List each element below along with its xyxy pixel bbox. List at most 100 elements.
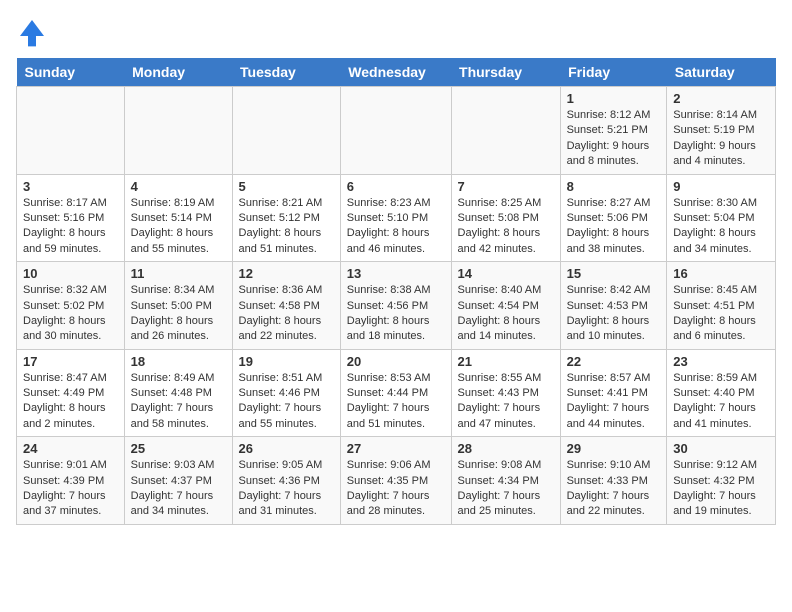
day-info: Sunrise: 9:08 AM Sunset: 4:34 PM Dayligh… — [458, 458, 554, 520]
day-info: Sunrise: 8:40 AM Sunset: 4:54 PM Dayligh… — [458, 283, 554, 345]
day-info: Sunrise: 8:21 AM Sunset: 5:12 PM Dayligh… — [239, 196, 334, 258]
day-number: 23 — [673, 354, 769, 369]
day-number: 16 — [673, 266, 769, 281]
calendar-cell: 12Sunrise: 8:36 AM Sunset: 4:58 PM Dayli… — [232, 262, 340, 350]
day-number: 14 — [458, 266, 554, 281]
calendar-cell — [124, 87, 232, 175]
day-number: 18 — [131, 354, 226, 369]
day-info: Sunrise: 8:32 AM Sunset: 5:02 PM Dayligh… — [23, 283, 118, 345]
day-of-week-header: Thursday — [451, 58, 560, 87]
day-number: 10 — [23, 266, 118, 281]
day-number: 15 — [567, 266, 661, 281]
calendar-cell: 2 Sunrise: 8:14 AM Sunset: 5:19 PM Daylig… — [667, 87, 776, 175]
calendar-cell: 14 Sunrise: 8:40 AM Sunset: 4:54 PM Dayli… — [451, 262, 560, 350]
calendar-cell: 19Sunrise: 8:51 AM Sunset: 4:46 PM Dayli… — [232, 349, 340, 437]
calendar-cell: 27 Sunrise: 9:06 AM Sunset: 4:35 PM Dayli… — [340, 437, 451, 525]
day-of-week-header: Sunday — [17, 58, 125, 87]
day-of-week-header: Tuesday — [232, 58, 340, 87]
calendar-cell: 21Sunrise: 8:55 AM Sunset: 4:43 PM Dayli… — [451, 349, 560, 437]
day-info: Sunrise: 9:01 AM Sunset: 4:39 PM Dayligh… — [23, 458, 118, 520]
day-number: 21 — [458, 354, 554, 369]
calendar-cell: 8 Sunrise: 8:27 AM Sunset: 5:06 PM Daylig… — [560, 174, 667, 262]
day-info: Sunrise: 9:03 AM Sunset: 4:37 PM Dayligh… — [131, 458, 226, 520]
calendar-cell: 16 Sunrise: 8:45 AM Sunset: 4:51 PM Dayli… — [667, 262, 776, 350]
calendar-cell: 18 Sunrise: 8:49 AM Sunset: 4:48 PM Dayli… — [124, 349, 232, 437]
day-of-week-header: Wednesday — [340, 58, 451, 87]
day-number: 1 — [567, 91, 661, 106]
day-info: Sunrise: 8:38 AM Sunset: 4:56 PM Dayligh… — [347, 283, 445, 345]
calendar-week-row: 1 Sunrise: 8:12 AM Sunset: 5:21 PM Daylig… — [17, 87, 776, 175]
day-of-week-header: Saturday — [667, 58, 776, 87]
calendar-cell: 10 Sunrise: 8:32 AM Sunset: 5:02 PM Dayli… — [17, 262, 125, 350]
day-info: Sunrise: 9:12 AM Sunset: 4:32 PM Dayligh… — [673, 458, 769, 520]
calendar-cell: 23 Sunrise: 8:59 AM Sunset: 4:40 PM Dayli… — [667, 349, 776, 437]
calendar-cell: 13 Sunrise: 8:38 AM Sunset: 4:56 PM Dayli… — [340, 262, 451, 350]
day-number: 30 — [673, 441, 769, 456]
day-info: Sunrise: 8:14 AM Sunset: 5:19 PM Dayligh… — [673, 108, 769, 170]
day-info: Sunrise: 8:53 AM Sunset: 4:44 PM Dayligh… — [347, 371, 445, 433]
calendar-cell: 22 Sunrise: 8:57 AM Sunset: 4:41 PM Dayli… — [560, 349, 667, 437]
day-info: Sunrise: 8:47 AM Sunset: 4:49 PM Dayligh… — [23, 371, 118, 433]
day-info: Sunrise: 8:17 AM Sunset: 5:16 PM Dayligh… — [23, 196, 118, 258]
day-number: 29 — [567, 441, 661, 456]
logo-icon — [16, 16, 48, 48]
day-number: 9 — [673, 179, 769, 194]
day-of-week-header: Friday — [560, 58, 667, 87]
day-info: Sunrise: 8:12 AM Sunset: 5:21 PM Dayligh… — [567, 108, 661, 170]
calendar-cell: 20 Sunrise: 8:53 AM Sunset: 4:44 PM Dayli… — [340, 349, 451, 437]
calendar-cell — [17, 87, 125, 175]
day-number: 8 — [567, 179, 661, 194]
day-number: 25 — [131, 441, 226, 456]
logo — [16, 16, 52, 48]
calendar-week-row: 24Sunrise: 9:01 AM Sunset: 4:39 PM Dayli… — [17, 437, 776, 525]
calendar-cell: 9Sunrise: 8:30 AM Sunset: 5:04 PM Daylig… — [667, 174, 776, 262]
day-number: 7 — [458, 179, 554, 194]
day-info: Sunrise: 8:23 AM Sunset: 5:10 PM Dayligh… — [347, 196, 445, 258]
calendar-cell: 17 Sunrise: 8:47 AM Sunset: 4:49 PM Dayli… — [17, 349, 125, 437]
calendar-header-row: SundayMondayTuesdayWednesdayThursdayFrid… — [17, 58, 776, 87]
day-info: Sunrise: 8:25 AM Sunset: 5:08 PM Dayligh… — [458, 196, 554, 258]
day-info: Sunrise: 8:59 AM Sunset: 4:40 PM Dayligh… — [673, 371, 769, 433]
calendar-cell: 29 Sunrise: 9:10 AM Sunset: 4:33 PM Dayli… — [560, 437, 667, 525]
day-number: 3 — [23, 179, 118, 194]
calendar-cell: 24Sunrise: 9:01 AM Sunset: 4:39 PM Dayli… — [17, 437, 125, 525]
calendar-cell: 26 Sunrise: 9:05 AM Sunset: 4:36 PM Dayli… — [232, 437, 340, 525]
calendar-cell — [232, 87, 340, 175]
day-info: Sunrise: 9:10 AM Sunset: 4:33 PM Dayligh… — [567, 458, 661, 520]
calendar-week-row: 10 Sunrise: 8:32 AM Sunset: 5:02 PM Dayli… — [17, 262, 776, 350]
calendar-cell: 7 Sunrise: 8:25 AM Sunset: 5:08 PM Daylig… — [451, 174, 560, 262]
day-info: Sunrise: 8:36 AM Sunset: 4:58 PM Dayligh… — [239, 283, 334, 345]
day-info: Sunrise: 9:05 AM Sunset: 4:36 PM Dayligh… — [239, 458, 334, 520]
calendar-cell: 4Sunrise: 8:19 AM Sunset: 5:14 PM Daylig… — [124, 174, 232, 262]
day-info: Sunrise: 8:34 AM Sunset: 5:00 PM Dayligh… — [131, 283, 226, 345]
calendar-week-row: 17 Sunrise: 8:47 AM Sunset: 4:49 PM Dayli… — [17, 349, 776, 437]
day-number: 13 — [347, 266, 445, 281]
day-number: 5 — [239, 179, 334, 194]
calendar-table: SundayMondayTuesdayWednesdayThursdayFrid… — [16, 58, 776, 525]
calendar-cell: 3 Sunrise: 8:17 AM Sunset: 5:16 PM Daylig… — [17, 174, 125, 262]
day-info: Sunrise: 8:27 AM Sunset: 5:06 PM Dayligh… — [567, 196, 661, 258]
day-info: Sunrise: 8:49 AM Sunset: 4:48 PM Dayligh… — [131, 371, 226, 433]
page-header — [16, 16, 776, 48]
calendar-cell: 6 Sunrise: 8:23 AM Sunset: 5:10 PM Daylig… — [340, 174, 451, 262]
day-number: 2 — [673, 91, 769, 106]
day-number: 28 — [458, 441, 554, 456]
day-number: 20 — [347, 354, 445, 369]
calendar-cell: 30 Sunrise: 9:12 AM Sunset: 4:32 PM Dayli… — [667, 437, 776, 525]
day-number: 11 — [131, 266, 226, 281]
day-number: 4 — [131, 179, 226, 194]
calendar-week-row: 3 Sunrise: 8:17 AM Sunset: 5:16 PM Daylig… — [17, 174, 776, 262]
day-number: 27 — [347, 441, 445, 456]
day-number: 22 — [567, 354, 661, 369]
day-number: 6 — [347, 179, 445, 194]
calendar-cell: 5 Sunrise: 8:21 AM Sunset: 5:12 PM Daylig… — [232, 174, 340, 262]
day-number: 17 — [23, 354, 118, 369]
day-info: Sunrise: 8:57 AM Sunset: 4:41 PM Dayligh… — [567, 371, 661, 433]
calendar-cell: 1 Sunrise: 8:12 AM Sunset: 5:21 PM Daylig… — [560, 87, 667, 175]
day-number: 26 — [239, 441, 334, 456]
day-info: Sunrise: 9:06 AM Sunset: 4:35 PM Dayligh… — [347, 458, 445, 520]
day-info: Sunrise: 8:45 AM Sunset: 4:51 PM Dayligh… — [673, 283, 769, 345]
calendar-cell — [340, 87, 451, 175]
calendar-cell — [451, 87, 560, 175]
calendar-cell: 25 Sunrise: 9:03 AM Sunset: 4:37 PM Dayli… — [124, 437, 232, 525]
